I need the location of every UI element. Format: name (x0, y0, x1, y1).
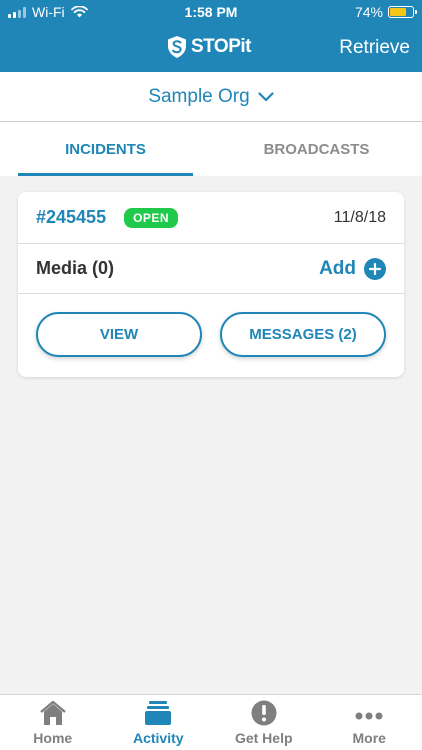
retrieve-button[interactable]: Retrieve (339, 37, 410, 59)
activity-icon (144, 698, 172, 726)
media-row: Media (0) Add (18, 244, 404, 294)
status-right: 74% (354, 4, 417, 20)
org-name: Sample Org (148, 85, 250, 107)
tab-bar: INCIDENTS BROADCASTS (0, 122, 422, 176)
media-count: Media (0) (36, 258, 115, 278)
get-help-icon (251, 698, 277, 726)
stopit-shield-icon (168, 36, 186, 58)
status-bar: Wi-Fi 1:58 PM 74% (0, 0, 422, 22)
add-media-label: Add (319, 257, 356, 279)
more-icon (354, 698, 384, 726)
top-bar: Wi-Fi 1:58 PM 74% STOPit Retrieve (0, 0, 422, 72)
nav-more[interactable]: More (317, 695, 422, 750)
battery-percent: 74% (354, 4, 383, 20)
bottom-nav: Home Activity Get Help More (0, 694, 422, 750)
tab-incidents[interactable]: INCIDENTS (0, 122, 211, 176)
incident-card: #245455 OPEN 11/8/18 Media (0) Add VIEW … (18, 192, 404, 377)
nav-get-help[interactable]: Get Help (211, 695, 317, 750)
incident-header-row: #245455 OPEN 11/8/18 (18, 192, 404, 244)
home-icon (39, 698, 67, 726)
nav-get-help-label: Get Help (234, 730, 293, 746)
battery-fill (390, 8, 407, 16)
brand-name: STOPit (191, 36, 252, 57)
view-button[interactable]: VIEW (36, 312, 202, 357)
messages-button[interactable]: MESSAGES (2) (220, 312, 386, 357)
nav-activity[interactable]: Activity (106, 695, 212, 750)
add-media-button[interactable]: Add (319, 257, 386, 280)
org-selector[interactable]: Sample Org (0, 72, 422, 122)
nav-home[interactable]: Home (0, 695, 106, 750)
plus-circle-icon (364, 257, 386, 280)
nav-more-label: More (352, 730, 386, 746)
battery-icon (388, 6, 417, 18)
incident-date: 11/8/18 (333, 208, 386, 226)
nav-activity-label: Activity (132, 730, 184, 746)
nav-home-label: Home (33, 730, 73, 746)
brand-logo: STOPit (166, 35, 252, 59)
status-badge: OPEN (124, 207, 179, 228)
chevron-down-icon (258, 91, 274, 101)
action-row: VIEW MESSAGES (2) (18, 294, 404, 357)
tab-broadcasts[interactable]: BROADCASTS (211, 122, 422, 176)
incident-id[interactable]: #245455 (36, 207, 106, 228)
